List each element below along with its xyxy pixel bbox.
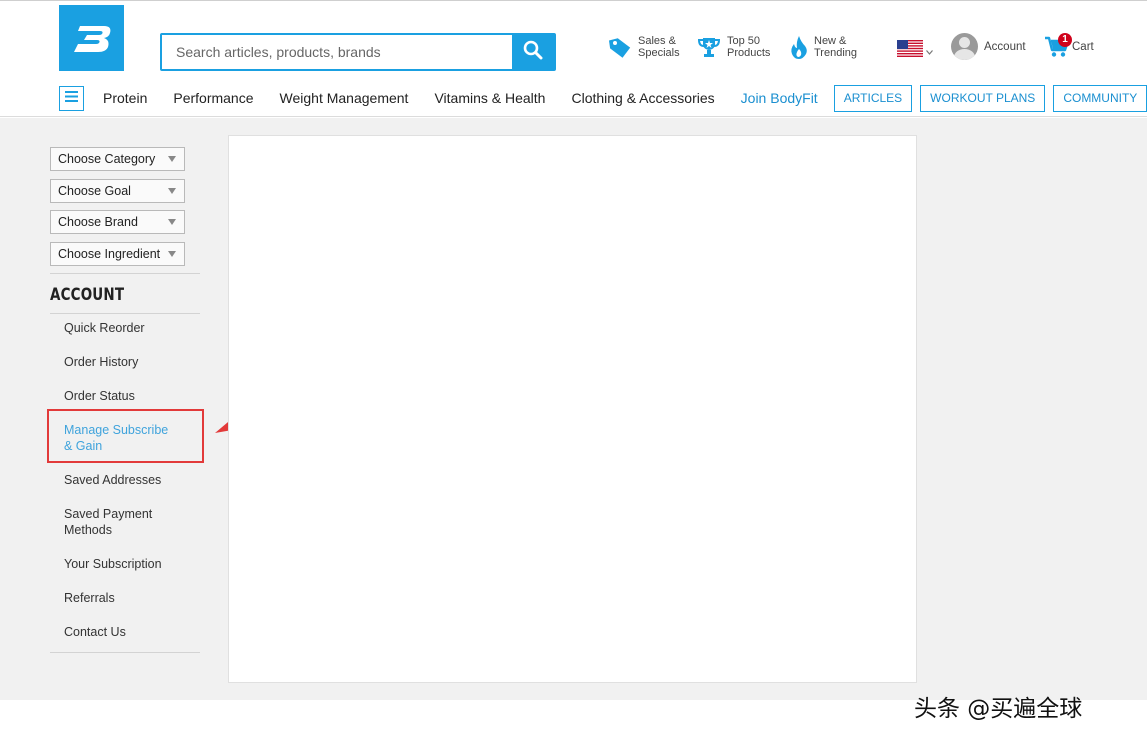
main-content-panel bbox=[228, 135, 917, 683]
nav-weight-management[interactable]: Weight Management bbox=[280, 90, 409, 106]
main-nav: Protein Performance Weight Management Vi… bbox=[59, 84, 1147, 112]
new-trending-label: New & Trending bbox=[814, 35, 858, 59]
nav-clothing-accessories[interactable]: Clothing & Accessories bbox=[571, 90, 714, 106]
ingredient-select[interactable]: Choose Ingredient bbox=[50, 241, 185, 266]
dropdown-caret-icon bbox=[168, 219, 176, 225]
nav-community-button[interactable]: COMMUNITY bbox=[1053, 84, 1147, 112]
bodybuilding-logo[interactable] bbox=[59, 5, 124, 71]
account-bottom-divider bbox=[50, 652, 200, 653]
nav-protein[interactable]: Protein bbox=[103, 90, 147, 106]
sidebar-divider bbox=[50, 273, 200, 274]
chevron-down-icon bbox=[926, 42, 933, 60]
cart-icon: 1 bbox=[1044, 33, 1072, 58]
avatar-icon bbox=[951, 33, 978, 60]
sidebar: Choose Category Choose Goal Choose Brand… bbox=[50, 147, 200, 653]
dropdown-caret-icon bbox=[168, 156, 176, 162]
account-item-referrals[interactable]: Referrals bbox=[50, 590, 200, 606]
dropdown-caret-icon bbox=[168, 187, 176, 194]
account-item-saved-payment-methods[interactable]: Saved Payment Methods bbox=[50, 506, 160, 538]
hamburger-icon bbox=[65, 89, 78, 107]
category-select[interactable]: Choose Category bbox=[50, 147, 185, 171]
search-input[interactable] bbox=[162, 35, 512, 69]
account-section-title: ACCOUNT bbox=[50, 285, 125, 305]
country-selector[interactable] bbox=[897, 40, 933, 62]
nav-vitamins-health[interactable]: Vitamins & Health bbox=[434, 90, 545, 106]
account-link[interactable]: Account bbox=[951, 33, 1026, 60]
highlight-box-annotation bbox=[47, 409, 204, 463]
cart-count-badge: 1 bbox=[1058, 33, 1072, 47]
watermark-text: 头条 @买遍全球 bbox=[914, 696, 1083, 722]
account-menu: Quick Reorder Order History Order Status… bbox=[50, 320, 200, 640]
trophy-icon bbox=[697, 35, 721, 59]
account-divider bbox=[50, 313, 200, 314]
ingredient-select-value: Choose Ingredient bbox=[58, 246, 161, 261]
nav-articles-button[interactable]: ARTICLES bbox=[833, 84, 913, 112]
account-item-quick-reorder[interactable]: Quick Reorder bbox=[50, 320, 200, 336]
account-item-saved-addresses[interactable]: Saved Addresses bbox=[50, 472, 200, 488]
goal-select[interactable]: Choose Goal bbox=[50, 178, 185, 203]
account-item-order-history[interactable]: Order History bbox=[50, 354, 200, 370]
account-item-order-status[interactable]: Order Status bbox=[50, 388, 200, 404]
nav-performance[interactable]: Performance bbox=[173, 90, 253, 106]
top-50-label: Top 50 Products bbox=[727, 35, 771, 59]
dropdown-caret-icon bbox=[168, 250, 176, 257]
price-tag-icon bbox=[608, 35, 632, 59]
nav-workout-plans-button[interactable]: WORKOUT PLANS bbox=[920, 84, 1046, 112]
sales-specials-label: Sales & Specials bbox=[638, 35, 680, 59]
cart-label: Cart bbox=[1072, 41, 1094, 53]
search-bar bbox=[160, 33, 556, 71]
site-header: Sales & Specials Top 50 Products New & T… bbox=[0, 4, 1147, 117]
goal-select-value: Choose Goal bbox=[58, 183, 131, 198]
brand-select[interactable]: Choose Brand bbox=[50, 210, 185, 234]
brand-select-value: Choose Brand bbox=[58, 215, 138, 229]
search-icon bbox=[523, 40, 543, 65]
cart-link[interactable]: 1 Cart bbox=[1044, 33, 1094, 58]
top-50-link[interactable]: Top 50 Products bbox=[697, 35, 770, 59]
new-trending-link[interactable]: New & Trending bbox=[790, 35, 857, 59]
nav-join-bodyfit[interactable]: Join BodyFit bbox=[741, 90, 818, 106]
sales-specials-link[interactable]: Sales & Specials bbox=[608, 35, 680, 59]
search-button[interactable] bbox=[512, 35, 554, 69]
account-item-your-subscription[interactable]: Your Subscription bbox=[50, 556, 200, 572]
hamburger-menu-button[interactable] bbox=[59, 85, 84, 111]
category-select-value: Choose Category bbox=[58, 152, 156, 166]
account-label: Account bbox=[984, 40, 1026, 53]
us-flag-icon bbox=[897, 40, 923, 62]
flame-icon bbox=[790, 35, 808, 59]
account-item-contact-us[interactable]: Contact Us bbox=[50, 624, 200, 640]
